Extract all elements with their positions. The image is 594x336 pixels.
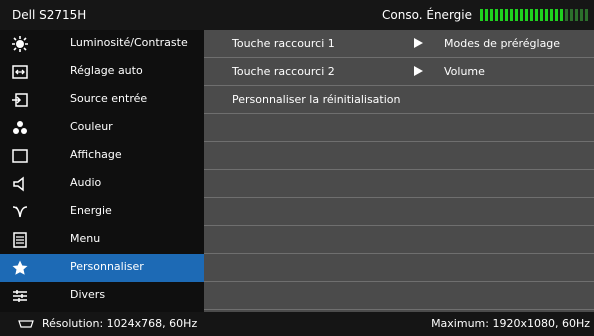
maximum-resolution: Maximum: 1920x1080, 60Hz — [431, 317, 590, 330]
energy-bar — [515, 9, 518, 21]
energy-bar — [530, 9, 533, 21]
empty-row — [204, 282, 594, 310]
energy-bar — [560, 9, 563, 21]
menu-item-audio[interactable]: Audio — [0, 170, 204, 198]
settings-panel: Touche raccourci 1 Modes de préréglage T… — [204, 30, 594, 312]
menu-label-audio: Audio — [70, 176, 102, 189]
energy-bar — [490, 9, 493, 21]
vga-connector-icon — [18, 319, 34, 329]
right-arrow-icon — [414, 66, 423, 76]
menu-item-color[interactable]: Couleur — [0, 114, 204, 142]
energy-bar — [525, 9, 528, 21]
resolution-info: Résolution: 1024x768, 60Hz — [18, 317, 197, 330]
energy-bar — [540, 9, 543, 21]
energy-bar — [510, 9, 513, 21]
menu-item-energy[interactable]: Energie — [0, 198, 204, 226]
menu-item-others[interactable]: Divers — [0, 282, 204, 310]
osd-main-menu: Luminosité/Contraste Réglage auto Source… — [0, 30, 204, 312]
energy-bar — [565, 9, 568, 21]
row-reset-personalization[interactable]: Personnaliser la réinitialisation — [204, 86, 594, 114]
empty-row — [204, 254, 594, 282]
energy-bar — [580, 9, 583, 21]
menu-item-auto-adjust[interactable]: Réglage auto — [0, 58, 204, 86]
energy-meter: Conso. Énergie — [382, 8, 588, 22]
energy-bar — [505, 9, 508, 21]
row-hotkey-2[interactable]: Touche raccourci 2 Volume — [204, 58, 594, 86]
menu-label-color: Couleur — [70, 120, 113, 133]
energy-bar — [585, 9, 588, 21]
menu-item-display[interactable]: Affichage — [0, 142, 204, 170]
empty-row — [204, 226, 594, 254]
display-icon — [10, 146, 30, 166]
auto-adjust-icon — [10, 62, 30, 82]
energy-bar — [550, 9, 553, 21]
energy-bar — [485, 9, 488, 21]
menu-item-input-source[interactable]: Source entrée — [0, 86, 204, 114]
menu-label-input-source: Source entrée — [70, 92, 148, 105]
row-label-reset-personalization: Personnaliser la réinitialisation — [232, 93, 401, 106]
menu-item-personalize[interactable]: Personnaliser — [0, 254, 204, 282]
energy-bar — [480, 9, 483, 21]
menu-label-others: Divers — [70, 288, 106, 301]
osd-header: Dell S2715H Conso. Énergie — [0, 0, 594, 30]
model-name: Dell S2715H — [12, 8, 87, 22]
empty-row — [204, 114, 594, 142]
menu-item-brightness-contrast[interactable]: Luminosité/Contraste — [0, 30, 204, 58]
row-label-hotkey-2: Touche raccourci 2 — [232, 65, 335, 78]
row-value-hotkey-1: Modes de préréglage — [444, 37, 561, 50]
others-icon — [10, 286, 30, 306]
current-resolution: Résolution: 1024x768, 60Hz — [42, 317, 198, 330]
energy-label: Conso. Énergie — [382, 8, 472, 22]
energy-bar — [520, 9, 523, 21]
energy-bar — [570, 9, 573, 21]
empty-row — [204, 198, 594, 226]
menu-label-brightness-contrast: Luminosité/Contraste — [70, 36, 188, 49]
energy-icon — [10, 202, 30, 222]
row-value-hotkey-2: Volume — [444, 65, 485, 78]
row-hotkey-1[interactable]: Touche raccourci 1 Modes de préréglage — [204, 30, 594, 58]
monitor-osd: Dell S2715H Conso. Énergie Luminosité/Co… — [0, 0, 594, 336]
menu-label-display: Affichage — [70, 148, 122, 161]
right-arrow-icon — [414, 38, 423, 48]
menu-label-auto-adjust: Réglage auto — [70, 64, 143, 77]
energy-bar — [535, 9, 538, 21]
empty-row — [204, 170, 594, 198]
brightness-icon — [10, 34, 30, 54]
energy-bar — [545, 9, 548, 21]
menu-label-menu: Menu — [70, 232, 101, 245]
osd-footer: Résolution: 1024x768, 60Hz Maximum: 1920… — [0, 312, 594, 336]
menu-label-personalize: Personnaliser — [70, 260, 144, 273]
empty-row — [204, 142, 594, 170]
color-icon — [10, 118, 30, 138]
menu-label-energy: Energie — [70, 204, 112, 217]
menu-icon — [10, 230, 30, 250]
row-label-hotkey-1: Touche raccourci 1 — [232, 37, 335, 50]
energy-bar — [555, 9, 558, 21]
input-source-icon — [10, 90, 30, 110]
star-icon — [10, 258, 30, 278]
energy-bar — [500, 9, 503, 21]
energy-bar — [575, 9, 578, 21]
audio-icon — [10, 174, 30, 194]
energy-bar — [495, 9, 498, 21]
energy-bars — [480, 9, 588, 21]
menu-item-menu[interactable]: Menu — [0, 226, 204, 254]
